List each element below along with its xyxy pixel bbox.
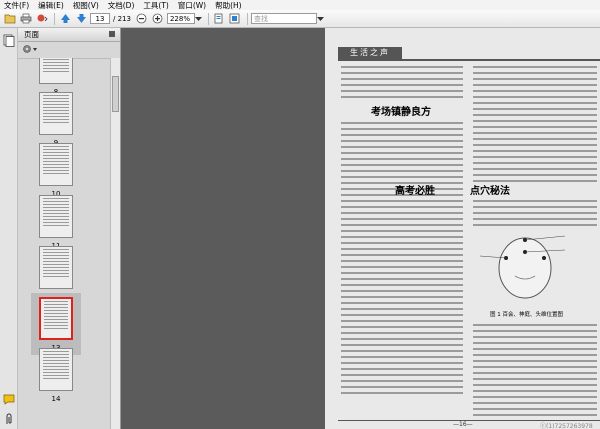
options-icon[interactable] [22,44,38,57]
pages-panel: 页面 8 9 10 11 12 13 [18,28,121,429]
page-thumbnail [39,92,73,135]
attachments-icon[interactable] [4,413,14,427]
page-thumbnail [39,348,73,391]
next-page-icon[interactable] [74,12,88,25]
toolbar-divider [207,12,209,25]
fit-page-icon[interactable] [212,12,226,25]
print-icon[interactable] [19,12,33,25]
thumbnail-scrollbar[interactable] [110,58,120,429]
page-thumbnail [39,143,73,186]
thumbnail-number: 14 [51,395,61,403]
panel-title: 页面 [18,28,120,42]
figure-caption: 图 1 百会、神庭、头维位置图 [490,312,563,318]
page-number: —16— [453,421,473,428]
menu-window[interactable]: 窗口(W) [178,0,206,11]
toolbar: 13 / 213 228% 查找 [0,10,600,28]
text-block [473,62,597,182]
full-screen-icon[interactable] [228,12,242,25]
section-heading: 高考必胜 [395,186,435,197]
section-header: 生活之声 [338,47,402,59]
text-block [473,196,597,226]
document-page: 生活之声 考场镇静良方 高考必胜 点穴秘法 图 1 百会、神庭、头维位置图 —1… [325,28,600,429]
menu-file[interactable]: 文件(F) [4,0,29,11]
page-thumbnail [39,297,73,340]
header-rule [338,59,600,61]
pages-icon[interactable] [3,34,15,49]
zoom-out-icon[interactable] [135,12,149,25]
menu-tools[interactable]: 工具(T) [143,0,168,11]
collaborate-icon[interactable] [35,12,49,25]
page-total: / 213 [113,14,131,23]
page-thumbnail [39,58,73,84]
prev-page-icon[interactable] [58,12,72,25]
menu-edit[interactable]: 编辑(E) [38,0,64,11]
page-thumbnail [39,195,73,238]
section-heading: 考场镇静良方 [371,107,431,118]
menu-bar: 文件(F) 编辑(E) 视图(V) 文档(D) 工具(T) 窗口(W) 帮助(H… [0,0,600,10]
close-icon[interactable] [109,31,115,37]
page-thumbnail [39,246,73,289]
panel-toolbar [18,42,120,59]
menu-document[interactable]: 文档(D) [108,0,135,11]
open-icon[interactable] [3,12,17,25]
zoom-in-icon[interactable] [151,12,165,25]
search-dropdown-icon[interactable] [317,12,325,25]
text-block [341,196,463,394]
navigation-strip [0,28,18,429]
menu-view[interactable]: 视图(V) [73,0,99,11]
text-block [473,320,597,416]
section-heading: 点穴秘法 [470,186,510,197]
menu-help[interactable]: 帮助(H) [215,0,242,11]
zoom-level-input[interactable]: 228% [166,13,195,24]
toolbar-divider [246,12,248,25]
text-block [341,62,463,98]
thumbnail-list: 8 9 10 11 12 13 14 [18,58,110,429]
search-input[interactable]: 查找 [250,13,317,24]
toolbar-divider [54,12,55,25]
comments-icon[interactable] [3,394,15,407]
watermark-text: ⓒ(1)7257263978 [540,423,593,429]
page-number-input[interactable]: 13 [90,13,110,24]
acupoint-figure [470,226,580,306]
scrollbar-thumb[interactable] [112,76,119,112]
zoom-dropdown-icon[interactable] [195,12,203,25]
